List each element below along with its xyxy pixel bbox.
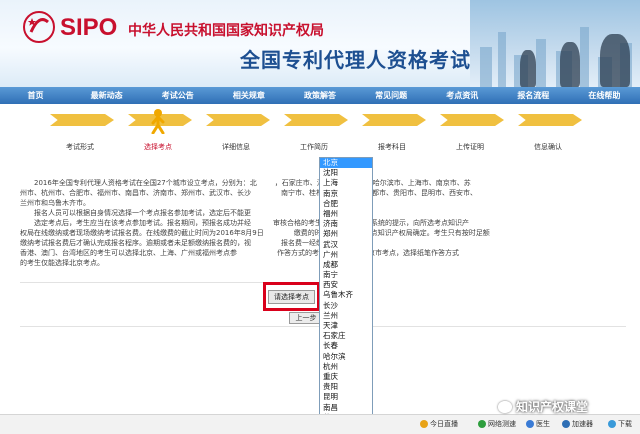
banner-title: 全国专利代理人资格考试: [240, 48, 471, 72]
venue-option[interactable]: 西安: [320, 280, 372, 290]
step-upload-proof: 上传证明: [456, 143, 484, 151]
nav-policy[interactable]: 政策解答: [284, 87, 355, 104]
sipo-logo-icon: [23, 11, 55, 43]
browser-status-bar: 今日直播 网络测速 医生 加速器 下载: [0, 414, 640, 434]
venue-option[interactable]: 成都: [320, 260, 372, 270]
text-line: 香港、澳门、台湾地区的考生可以选择北京、上海、广州或福州考点参: [20, 249, 237, 257]
logo-text: SIPO: [60, 14, 118, 41]
venue-option[interactable]: 南昌: [320, 403, 372, 413]
step-confirm: 信息确认: [534, 143, 562, 151]
status-accelerator[interactable]: 加速器: [562, 419, 593, 429]
status-speedtest[interactable]: 网络测速: [478, 419, 516, 429]
venue-option[interactable]: 贵阳: [320, 382, 372, 392]
status-label: 下载: [618, 420, 632, 428]
nav-faq[interactable]: 常见问题: [356, 87, 427, 104]
step-arrow: [206, 114, 270, 126]
step-arrow: [518, 114, 582, 126]
speedtest-icon: [478, 420, 486, 428]
status-label: 医生: [536, 420, 550, 428]
text-line: 2016年全国专利代理人资格考试在全国27个城市设立考点，分别为：北: [34, 179, 257, 187]
step-select-venue: 选择考点: [144, 143, 172, 151]
person-graphic: [520, 50, 536, 87]
text-line: 南宁市、桂林市、重庆市、成都市、贵阳市、昆明市、西安市、: [281, 189, 477, 197]
status-label: 加速器: [572, 420, 593, 428]
text-line: 州市、杭州市、合肥市、福州市、南昌市、济南市、郑州市、武汉市、长沙: [20, 189, 251, 197]
venue-option[interactable]: 武汉: [320, 240, 372, 250]
main-nav: 首页 最新动态 考试公告 相关规章 政策解答 常见问题 考点资讯 报名流程 在线…: [0, 87, 640, 104]
step-arrow: [284, 114, 348, 126]
venue-option[interactable]: 兰州: [320, 311, 372, 321]
text-line: 权局在线缴纳或者现场缴纳考试报名费。在线缴费的截止时间为2016年8月9日: [20, 229, 264, 237]
status-doctor[interactable]: 医生: [526, 419, 550, 429]
org-name: 中华人民共和国国家知识产权局: [128, 23, 324, 39]
venue-option[interactable]: 南京: [320, 189, 372, 199]
site-header: SIPO 中华人民共和国国家知识产权局 全国专利代理人资格考试: [0, 0, 640, 87]
venue-option[interactable]: 广州: [320, 250, 372, 260]
select-venue-button[interactable]: 请选择考点: [268, 290, 315, 304]
venue-option[interactable]: 合肥: [320, 199, 372, 209]
venue-option[interactable]: 济南: [320, 219, 372, 229]
step-arrow: [50, 114, 114, 126]
status-live[interactable]: 今日直播: [420, 419, 458, 429]
step-subjects: 报考科目: [378, 143, 406, 151]
status-label: 网络测速: [488, 420, 516, 428]
previous-step-button[interactable]: 上一步: [289, 312, 323, 324]
accelerator-icon: [562, 420, 570, 428]
venue-option[interactable]: 北京: [320, 158, 372, 169]
venue-option[interactable]: 长春: [320, 341, 372, 351]
venue-option[interactable]: 天津: [320, 321, 372, 331]
live-icon: [420, 420, 428, 428]
step-progress: 考试形式 选择考点 详细信息 工作简历 报考科目 上传证明 信息确认: [0, 104, 640, 156]
nav-home[interactable]: 首页: [0, 87, 71, 104]
step-resume: 工作简历: [300, 143, 328, 151]
watermark: 知识产权课堂: [498, 398, 588, 415]
venue-option[interactable]: 长沙: [320, 301, 372, 311]
text-line: 选定考点后，考生应当在该考点参加考试。报名期间，预报名成功并经: [34, 219, 251, 227]
nav-announcements[interactable]: 考试公告: [142, 87, 213, 104]
text-line: 缴纳考试报名费后才确认完成报名程序。逾期或者未足额缴纳报名费的，视: [20, 239, 251, 247]
nav-regulations[interactable]: 相关规章: [213, 87, 284, 104]
current-step-person-icon: [151, 109, 165, 134]
nav-venue-info[interactable]: 考点资讯: [427, 87, 498, 104]
person-graphic: [600, 34, 630, 87]
step-arrow: [362, 114, 426, 126]
venue-option[interactable]: 石家庄: [320, 331, 372, 341]
venue-option[interactable]: 南宁: [320, 270, 372, 280]
venue-dropdown-list[interactable]: 北京 沈阳 上海 南京 合肥 福州 济南 郑州 武汉 广州 成都 南宁 西安 乌…: [319, 157, 373, 434]
venue-option[interactable]: 福州: [320, 209, 372, 219]
venue-option[interactable]: 重庆: [320, 372, 372, 382]
venue-option[interactable]: 上海: [320, 178, 372, 188]
status-label: 今日直播: [430, 420, 458, 428]
nav-help[interactable]: 在线帮助: [569, 87, 640, 104]
watermark-text: 知识产权课堂: [516, 400, 589, 414]
person-graphic: [560, 42, 580, 87]
status-download[interactable]: 下载: [608, 419, 632, 429]
step-exam-format: 考试形式: [66, 143, 94, 151]
nav-news[interactable]: 最新动态: [71, 87, 142, 104]
venue-option[interactable]: 哈尔滨: [320, 352, 372, 362]
venue-option[interactable]: 沈阳: [320, 168, 372, 178]
venue-option[interactable]: 郑州: [320, 229, 372, 239]
step-arrow: [440, 114, 504, 126]
doctor-icon: [526, 420, 534, 428]
download-icon: [608, 420, 616, 428]
venue-option[interactable]: 昆明: [320, 392, 372, 402]
venue-option[interactable]: 杭州: [320, 362, 372, 372]
venue-option[interactable]: 乌鲁木齐: [320, 290, 372, 300]
nav-registration-process[interactable]: 报名流程: [498, 87, 569, 104]
wechat-icon: [498, 400, 512, 413]
step-details: 详细信息: [222, 143, 250, 151]
